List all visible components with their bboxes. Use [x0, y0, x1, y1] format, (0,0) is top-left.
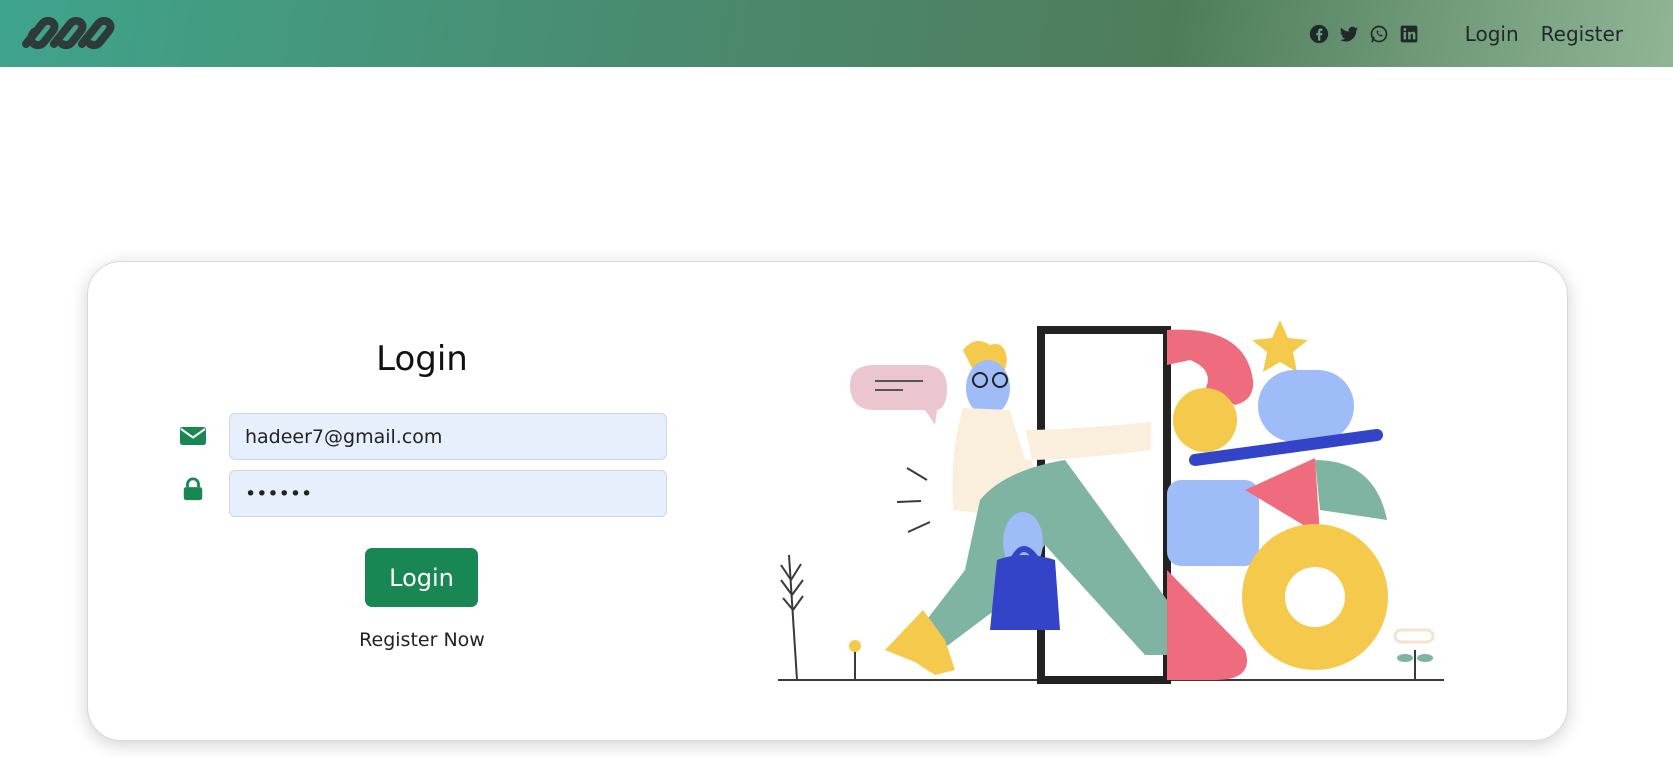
password-field[interactable] — [229, 470, 667, 517]
nav-register-link[interactable]: Register — [1541, 22, 1623, 46]
twitter-icon[interactable] — [1339, 24, 1359, 44]
login-door-illustration — [778, 320, 1444, 684]
lock-icon — [183, 477, 203, 501]
whatsapp-icon[interactable] — [1369, 24, 1389, 44]
register-now-link[interactable]: Register Now — [322, 629, 522, 651]
brand-logo-icon[interactable] — [16, 12, 116, 52]
login-submit-button[interactable]: Login — [365, 548, 478, 607]
navbar: Login Register — [0, 0, 1673, 67]
nav-right: Login Register — [1309, 0, 1623, 67]
envelope-icon — [180, 427, 206, 445]
social-links — [1309, 24, 1419, 44]
facebook-icon[interactable] — [1309, 24, 1329, 44]
nav-login-link[interactable]: Login — [1465, 22, 1519, 46]
login-title: Login — [376, 339, 468, 379]
email-field[interactable] — [229, 413, 667, 460]
linkedin-icon[interactable] — [1399, 24, 1419, 44]
